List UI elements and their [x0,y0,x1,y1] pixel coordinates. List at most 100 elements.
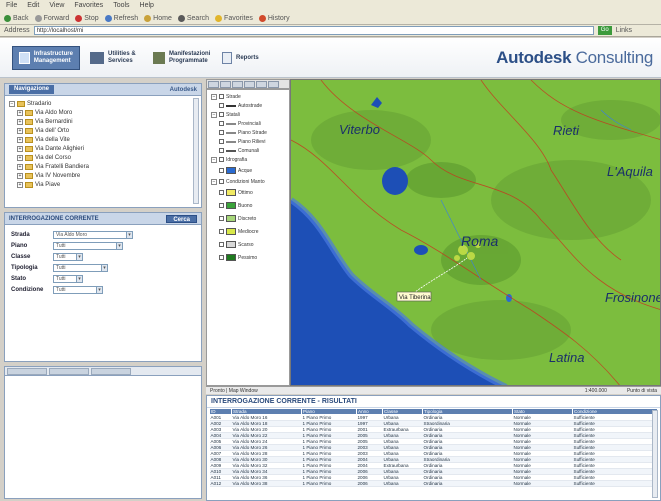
layer-checkbox[interactable] [219,121,224,126]
details-tab-3[interactable] [91,368,131,375]
layer-checkbox[interactable] [219,112,224,117]
layer-checkbox[interactable] [219,139,224,144]
layer-checkbox[interactable] [219,216,224,221]
chevron-down-icon[interactable]: ▾ [116,242,122,249]
map-view[interactable]: Viterbo Rieti L'Aquila Roma Frosinone La… [290,79,661,386]
zoom-in-icon[interactable] [208,81,219,88]
expand-icon[interactable]: + [17,109,23,116]
expand-icon[interactable]: + [17,163,23,170]
menu-item-favorites[interactable]: Favorites [74,2,103,10]
tree-item[interactable]: + Via Piave [9,180,197,189]
layer-checkbox[interactable] [219,103,224,108]
chevron-down-icon[interactable]: ▾ [76,253,82,260]
tree-item[interactable]: + Via Fratelli Bandiera [9,162,197,171]
chevron-down-icon[interactable]: ▾ [96,286,102,293]
legend-item[interactable]: Mediocre [207,225,289,238]
favorites-button[interactable]: Favorites [215,14,253,22]
chevron-down-icon[interactable]: ▾ [76,275,82,282]
chevron-down-icon[interactable]: ▾ [101,264,107,271]
menu-item-tools[interactable]: Tools [113,2,129,10]
results-scrollbar[interactable] [652,410,658,498]
legend-item[interactable]: − Condizioni Manto [207,177,289,186]
layer-checkbox[interactable] [219,168,224,173]
legend-item[interactable]: Piano Rilievi [207,137,289,146]
legend-item[interactable]: Comunali [207,146,289,155]
legend-item[interactable]: Acque [207,164,289,177]
menu-item-view[interactable]: View [49,2,64,10]
legend-item[interactable]: Scarso [207,238,289,251]
layer-checkbox[interactable] [219,130,224,135]
collapse-icon[interactable]: − [211,93,217,100]
map-canvas[interactable]: Viterbo Rieti L'Aquila Roma Frosinone La… [291,80,661,386]
expand-icon[interactable]: + [17,136,23,143]
expand-icon[interactable]: + [17,172,23,179]
expand-icon[interactable]: + [17,127,23,134]
legend-item[interactable]: Discreto [207,212,289,225]
layer-checkbox[interactable] [219,190,224,195]
chevron-down-icon[interactable]: ▾ [126,231,132,238]
collapse-icon[interactable]: − [211,156,217,163]
query-field-select[interactable]: Tutti ▾ [53,241,123,250]
nav-utilities-button[interactable]: Utilities & Services [90,46,148,70]
info-icon[interactable] [256,81,267,88]
print-icon[interactable] [268,81,279,88]
layer-checkbox[interactable] [219,255,224,260]
nav-infrastructure-button[interactable]: Infrastructure Management [12,46,80,70]
pan-icon[interactable] [232,81,243,88]
tree-item[interactable]: + Via Dante Alighieri [9,144,197,153]
links-label[interactable]: Links [616,27,632,34]
nav-reports-button[interactable]: Reports [222,46,266,70]
refresh-button[interactable]: Refresh [104,14,138,22]
legend-item[interactable]: Piano Strade [207,128,289,137]
tree-item[interactable]: + Via del Corso [9,153,197,162]
address-input[interactable]: http://localhost/mi [33,26,594,35]
layer-checkbox[interactable] [219,148,224,153]
collapse-icon[interactable]: − [211,178,217,185]
menu-item-help[interactable]: Help [140,2,154,10]
back-button[interactable]: Back [4,14,29,22]
expand-icon[interactable]: + [17,118,23,125]
layer-checkbox[interactable] [219,94,224,99]
expand-icon[interactable]: + [17,145,23,152]
search-button[interactable]: Cerca [166,214,197,223]
go-button[interactable]: Go [597,26,612,35]
legend-item[interactable]: − Strade [207,92,289,101]
tree-item[interactable]: + Via della Vite [9,135,197,144]
query-field-select[interactable]: Tutti ▾ [53,263,108,272]
stop-button[interactable]: Stop [75,14,99,22]
layer-checkbox[interactable] [219,157,224,162]
layer-checkbox[interactable] [219,242,224,247]
expand-icon[interactable]: + [17,181,23,188]
nav-manifestazioni-button[interactable]: Manifestazioni Programmate [153,46,215,70]
legend-item[interactable]: − Statali [207,110,289,119]
legend-item[interactable]: Pessimo [207,251,289,264]
layer-checkbox[interactable] [219,203,224,208]
query-field-select[interactable]: Tutti ▾ [53,252,83,261]
expand-icon[interactable]: + [17,154,23,161]
layer-checkbox[interactable] [219,229,224,234]
zoom-out-icon[interactable] [220,81,231,88]
details-tab-1[interactable] [7,368,47,375]
tree-item[interactable]: + Via IV Novembre [9,171,197,180]
layer-checkbox[interactable] [219,179,224,184]
select-icon[interactable] [244,81,255,88]
home-button[interactable]: Home [144,14,172,22]
history-button[interactable]: History [258,14,290,22]
query-field-select[interactable]: Via Aldo Moro ▾ [53,230,133,239]
tree-item[interactable]: + Via Bernardini [9,117,197,126]
collapse-icon[interactable]: − [9,100,15,107]
tree-root[interactable]: − Stradario [9,99,197,108]
details-tab-2[interactable] [49,368,89,375]
legend-item[interactable]: Autostrade [207,101,289,110]
tree-tab[interactable]: Navigazione [9,85,55,94]
query-field-select[interactable]: Tutti ▾ [53,274,83,283]
collapse-icon[interactable]: − [211,111,217,118]
tree-scrollbar[interactable] [193,98,199,204]
menu-item-edit[interactable]: Edit [27,2,39,10]
tree-item[interactable]: + Via dell' Orto [9,126,197,135]
legend-item[interactable]: Ottimo [207,186,289,199]
legend-item[interactable]: Provinciali [207,119,289,128]
forward-button[interactable]: Forward [34,14,69,22]
query-field-select[interactable]: Tutti ▾ [53,285,103,294]
menu-item-file[interactable]: File [6,2,17,10]
